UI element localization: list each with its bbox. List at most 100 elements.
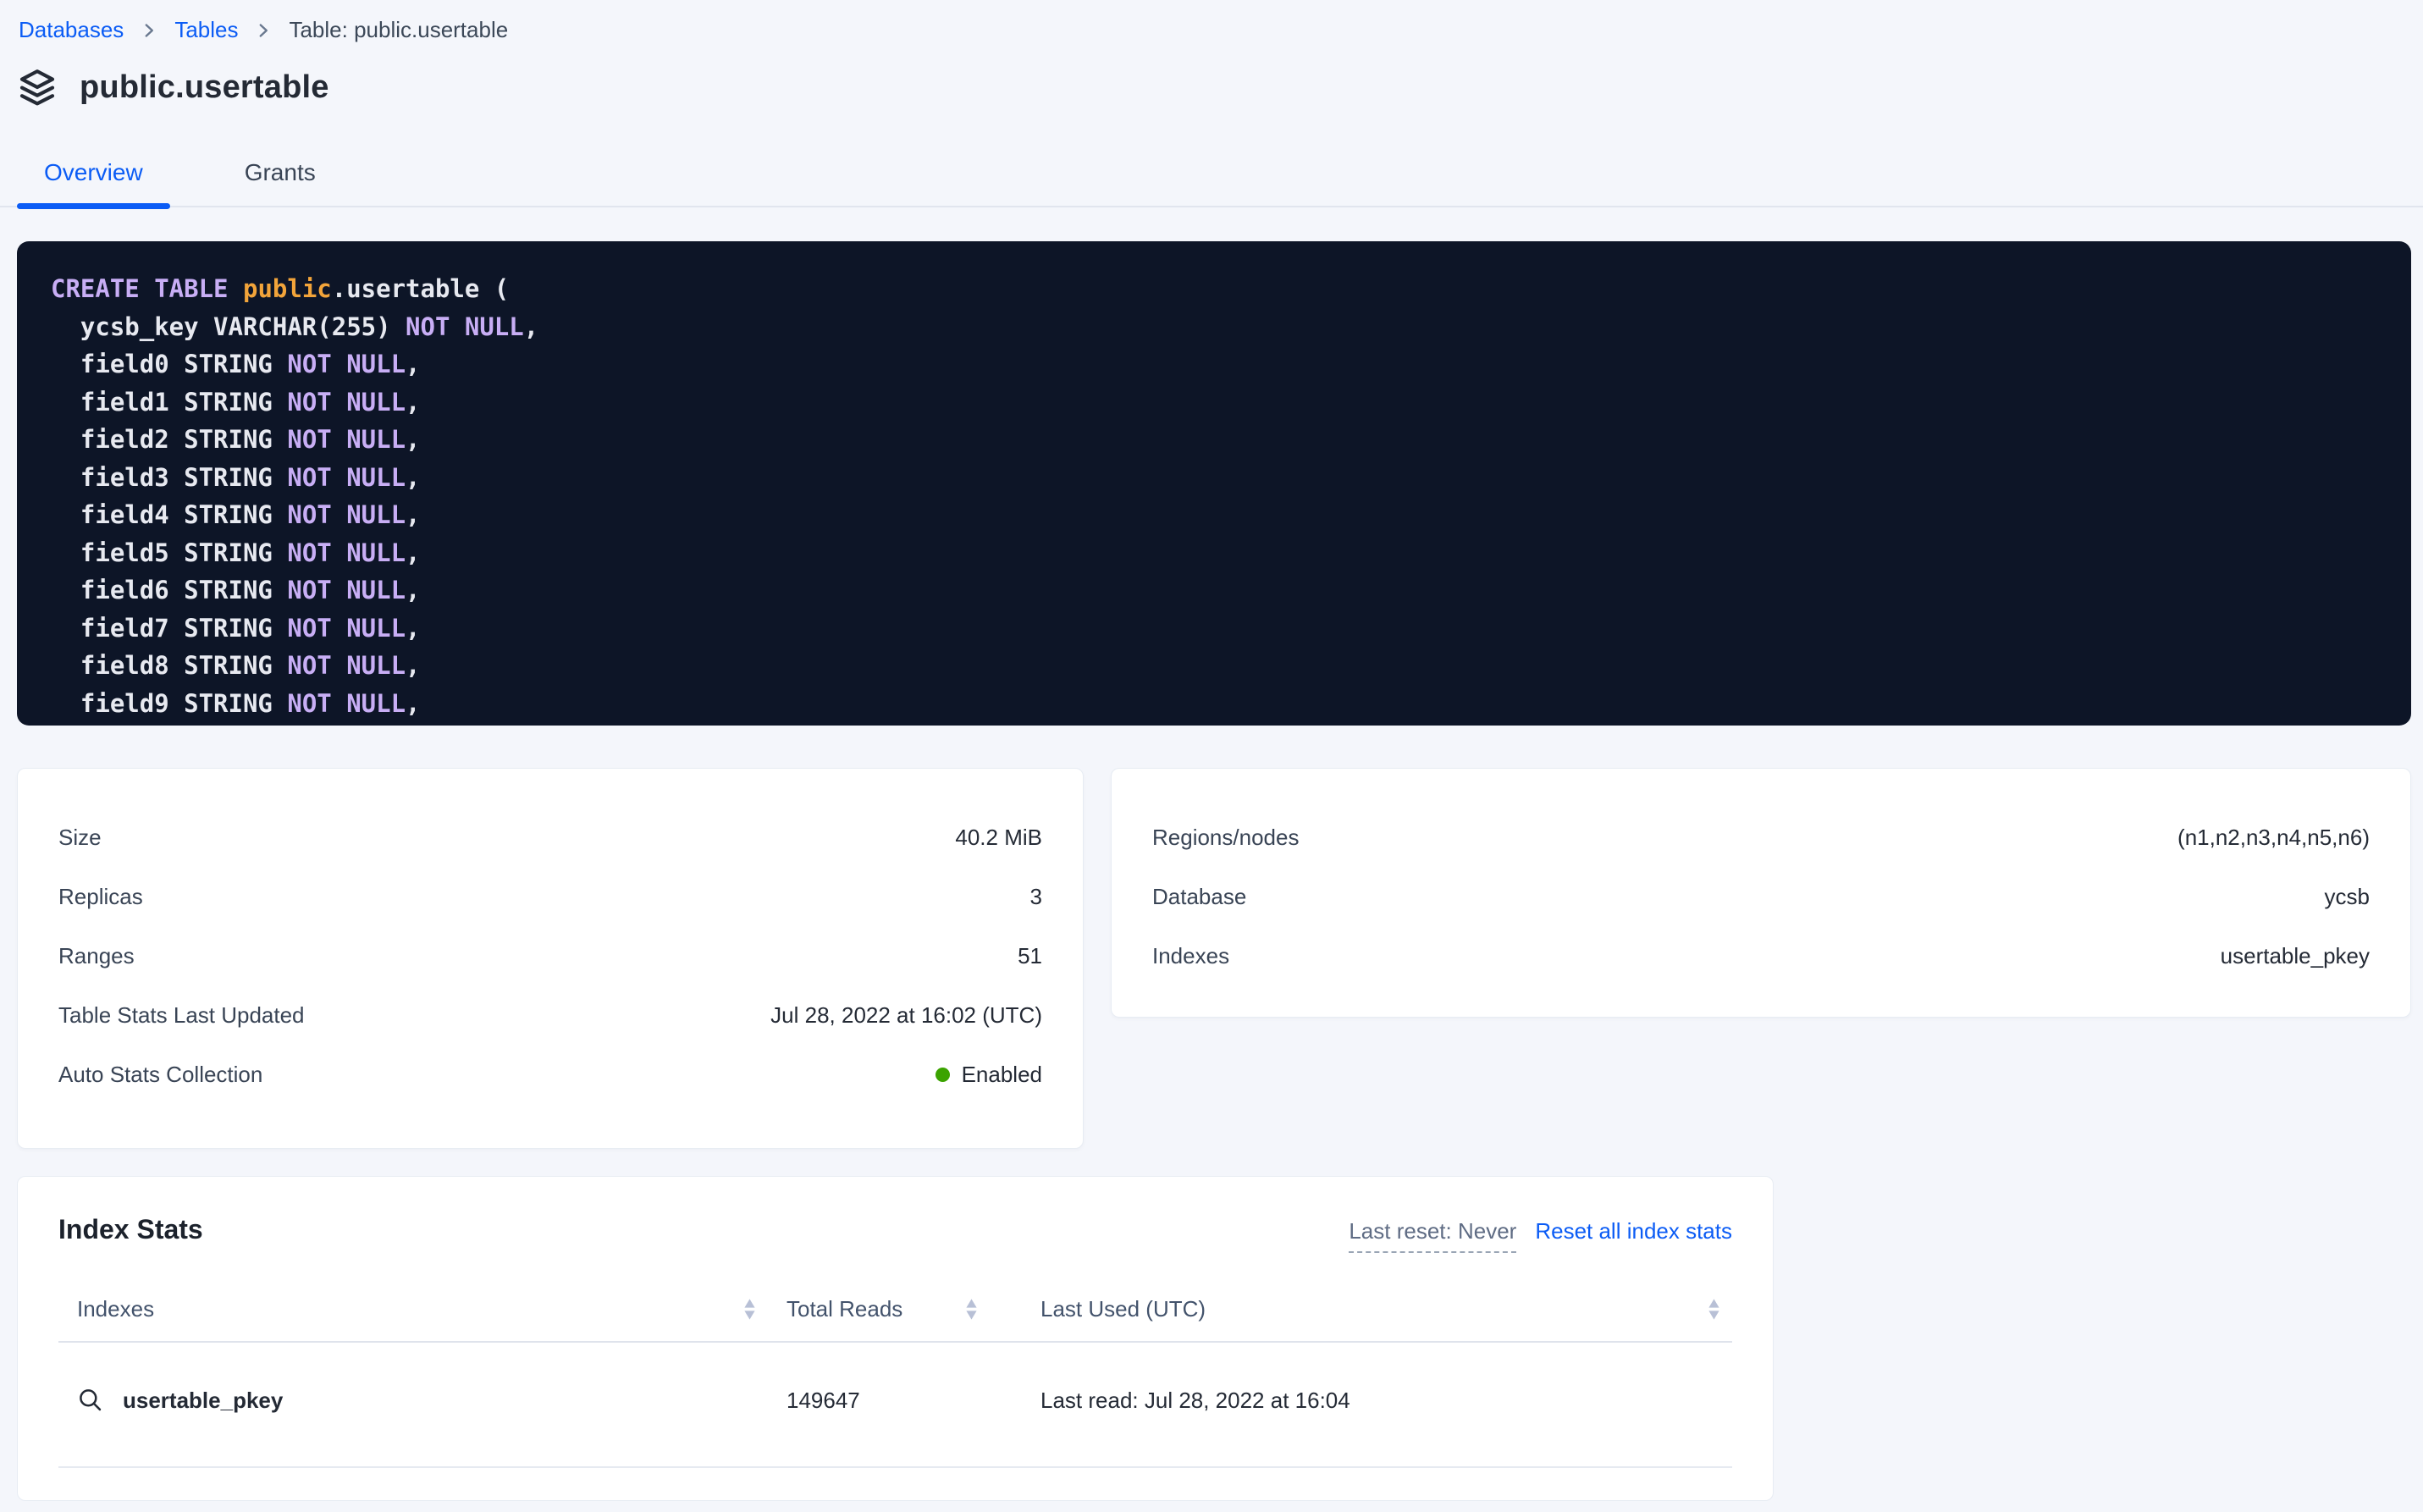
tab-bar: Overview Grants — [0, 140, 2423, 207]
sort-carets-icon[interactable] — [1708, 1299, 1720, 1320]
sql-text: , — [406, 689, 420, 718]
index-name-cell: usertable_pkey — [58, 1387, 768, 1414]
tab-grants[interactable]: Grants — [218, 140, 343, 206]
sql-text: field2 STRING — [51, 425, 287, 454]
sort-carets-icon[interactable] — [965, 1299, 978, 1320]
column-header-total-reads[interactable]: Total Reads — [768, 1296, 990, 1322]
sql-text: , — [406, 425, 420, 454]
detail-label: Database — [1152, 884, 1246, 910]
sql-line: field1 STRING NOT NULL, — [51, 384, 2377, 422]
table-row-divider — [58, 1466, 1732, 1468]
table-location-card: Regions/nodes (n1,n2,n3,n4,n5,n6) Databa… — [1111, 768, 2411, 1018]
sql-keyword: NOT NULL — [287, 463, 406, 492]
detail-row-database: Database ycsb — [1152, 867, 2370, 926]
detail-value: Jul 28, 2022 at 16:02 (UTC) — [770, 1002, 1042, 1029]
total-reads-cell: 149647 — [768, 1388, 990, 1414]
sql-line: field5 STRING NOT NULL, — [51, 534, 2377, 572]
sql-line: field2 STRING NOT NULL, — [51, 421, 2377, 459]
main-content: CREATE TABLE public.usertable ( ycsb_key… — [0, 241, 2423, 1501]
tab-overview[interactable]: Overview — [17, 140, 170, 206]
detail-row-auto-stats: Auto Stats Collection Enabled — [58, 1045, 1042, 1104]
sql-keyword: NOT NULL — [287, 350, 406, 378]
sql-keyword: NOT NULL — [287, 651, 406, 680]
column-header-indexes[interactable]: Indexes — [58, 1296, 768, 1322]
sql-text: field1 STRING — [51, 388, 287, 417]
sql-text: field9 STRING — [51, 689, 287, 718]
sql-line: field3 STRING NOT NULL, — [51, 459, 2377, 497]
detail-row-regions: Regions/nodes (n1,n2,n3,n4,n5,n6) — [1152, 808, 2370, 867]
create-table-sql-block: CREATE TABLE public.usertable ( ycsb_key… — [17, 241, 2411, 726]
detail-value: (n1,n2,n3,n4,n5,n6) — [2177, 825, 2370, 851]
sql-text: , — [406, 350, 420, 378]
sql-text: , — [406, 614, 420, 643]
sql-line: field6 STRING NOT NULL, — [51, 571, 2377, 610]
sql-line: field8 STRING NOT NULL, — [51, 647, 2377, 685]
sql-keyword: NOT NULL — [287, 538, 406, 567]
table-details-card: Size 40.2 MiB Replicas 3 Ranges 51 Table… — [17, 768, 1084, 1149]
detail-value: ycsb — [2325, 884, 2370, 910]
status-text: Enabled — [962, 1062, 1042, 1088]
index-stats-header: Index Stats Last reset: Never Reset all … — [58, 1214, 1732, 1253]
sql-line: CREATE TABLE public.usertable ( — [51, 270, 2377, 308]
sql-keyword: NOT NULL — [287, 425, 406, 454]
sql-line: field0 STRING NOT NULL, — [51, 345, 2377, 384]
sql-keyword: NOT NULL — [287, 614, 406, 643]
sql-text: , — [406, 576, 420, 604]
detail-label: Indexes — [1152, 943, 1229, 969]
sql-text: field8 STRING — [51, 651, 287, 680]
sql-text: , — [406, 651, 420, 680]
reset-index-stats-link[interactable]: Reset all index stats — [1535, 1218, 1732, 1244]
search-icon — [77, 1387, 104, 1414]
sql-text: , — [406, 538, 420, 567]
sql-keyword: NOT NULL — [287, 500, 406, 529]
detail-label: Replicas — [58, 884, 143, 910]
detail-row-replicas: Replicas 3 — [58, 867, 1042, 926]
index-stats-card: Index Stats Last reset: Never Reset all … — [17, 1176, 1774, 1501]
sql-line: ycsb_key VARCHAR(255) NOT NULL, — [51, 308, 2377, 346]
sql-keyword: NOT NULL — [287, 576, 406, 604]
sql-text: , — [406, 463, 420, 492]
column-header-last-used[interactable]: Last Used (UTC) — [990, 1296, 1732, 1322]
breadcrumb: Databases Tables Table: public.usertable — [0, 0, 2423, 43]
last-used-cell: Last read: Jul 28, 2022 at 16:04 — [990, 1388, 1732, 1414]
sql-keyword: CREATE TABLE — [51, 274, 243, 303]
sql-text: field5 STRING — [51, 538, 287, 567]
sql-text: field6 STRING — [51, 576, 287, 604]
breadcrumb-link-databases[interactable]: Databases — [19, 17, 124, 43]
last-reset-label[interactable]: Last reset: Never — [1349, 1218, 1516, 1253]
detail-label: Auto Stats Collection — [58, 1062, 262, 1088]
page-title: public.usertable — [80, 69, 329, 106]
index-table-row[interactable]: usertable_pkey 149647 Last read: Jul 28,… — [58, 1343, 1732, 1458]
sql-line: field7 STRING NOT NULL, — [51, 610, 2377, 648]
sql-line: field4 STRING NOT NULL, — [51, 496, 2377, 534]
sql-text: field7 STRING — [51, 614, 287, 643]
chevron-right-icon — [257, 19, 270, 41]
sql-text: field3 STRING — [51, 463, 287, 492]
detail-value: 3 — [1030, 884, 1042, 910]
green-status-dot — [936, 1068, 950, 1082]
sql-text: , — [406, 388, 420, 417]
sort-carets-icon[interactable] — [743, 1299, 756, 1320]
detail-value: 40.2 MiB — [955, 825, 1042, 851]
detail-value: usertable_pkey — [2221, 943, 2370, 969]
breadcrumb-current: Table: public.usertable — [289, 17, 508, 43]
index-table-header: Indexes Total Reads Last Used (UTC) — [58, 1285, 1732, 1333]
chevron-right-icon — [142, 19, 156, 41]
sql-text: field0 STRING — [51, 350, 287, 378]
detail-row-ranges: Ranges 51 — [58, 926, 1042, 985]
sql-text: field4 STRING — [51, 500, 287, 529]
detail-row-stats-updated: Table Stats Last Updated Jul 28, 2022 at… — [58, 985, 1042, 1045]
sql-keyword: NOT NULL — [406, 312, 524, 341]
detail-label: Size — [58, 825, 102, 851]
overview-cards: Size 40.2 MiB Replicas 3 Ranges 51 Table… — [17, 768, 2411, 1149]
index-stats-actions: Last reset: Never Reset all index stats — [1349, 1218, 1732, 1253]
breadcrumb-link-tables[interactable]: Tables — [174, 17, 238, 43]
detail-label: Table Stats Last Updated — [58, 1002, 305, 1029]
detail-label: Ranges — [58, 943, 135, 969]
column-label: Indexes — [77, 1296, 154, 1322]
column-label: Last Used (UTC) — [1040, 1296, 1206, 1322]
sql-line: field9 STRING NOT NULL, — [51, 685, 2377, 723]
layers-icon — [17, 67, 58, 108]
index-stats-title: Index Stats — [58, 1214, 203, 1245]
sql-text: , — [406, 500, 420, 529]
